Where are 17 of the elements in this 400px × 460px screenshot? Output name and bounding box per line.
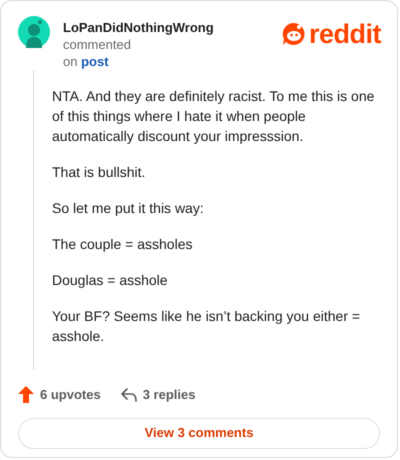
- view-comments-button[interactable]: View 3 comments: [18, 418, 380, 448]
- post-link[interactable]: post: [81, 54, 109, 69]
- logo-wordmark: reddit: [308, 21, 381, 47]
- comment-paragraph: The couple = assholes: [52, 235, 194, 254]
- comment-paragraph: NTA. And they are definitely racist. To me this is one of this things where I hate it when people automatically discount your impresssion.: [52, 87, 376, 146]
- reply-count: 3 replies: [142, 386, 196, 404]
- avatar-icon: [18, 16, 50, 48]
- author-link[interactable]: LoPanDidNothingWrong: [63, 20, 214, 35]
- comment-paragraph: That is bullshit.: [52, 163, 146, 182]
- comment-paragraph: So let me put it this way:: [52, 199, 205, 218]
- reply-arrow-icon[interactable]: [120, 388, 137, 402]
- upvote-count: 6 upvotes: [40, 386, 101, 404]
- comment-paragraph: Douglas = asshole: [52, 271, 169, 290]
- preposition-text: on: [63, 54, 78, 69]
- comment-paragraph: Your BF? Seems like he isn’t backing you either = asshole.: [52, 307, 362, 346]
- action-text: commented: [63, 37, 131, 52]
- upvote-arrow-icon[interactable]: [18, 386, 34, 404]
